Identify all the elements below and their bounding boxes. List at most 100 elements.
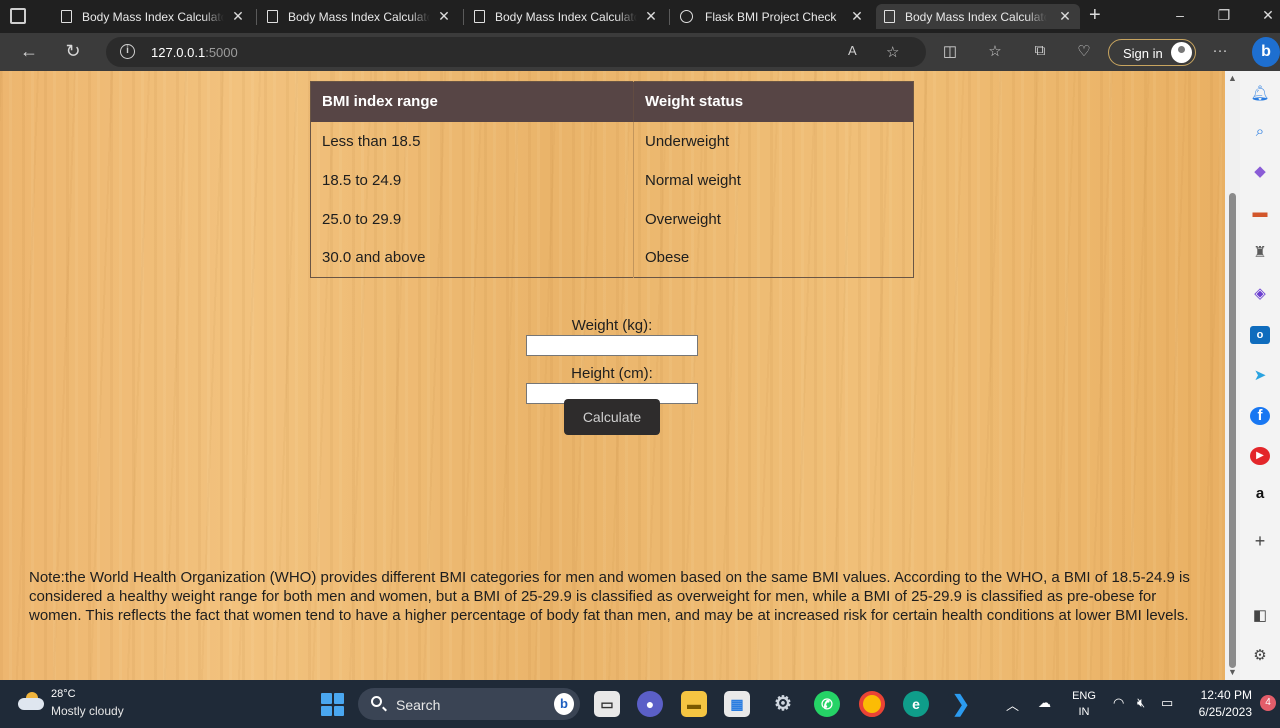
table-cell-range: Less than 18.5 — [310, 121, 634, 161]
new-tab-button[interactable]: + — [1089, 4, 1101, 27]
games-icon[interactable]: ♜ — [1250, 244, 1270, 262]
search-icon — [371, 696, 382, 707]
url-port: :5000 — [205, 45, 238, 60]
table-cell-range: 18.5 to 24.9 — [310, 160, 634, 200]
more-menu-icon[interactable]: ··· — [1210, 42, 1230, 59]
windows-start-icon[interactable] — [321, 693, 344, 716]
chrome-icon[interactable] — [859, 691, 885, 717]
weight-input[interactable] — [526, 335, 698, 356]
vscode-icon[interactable]: ❯ — [948, 691, 974, 717]
table-cell-status: Normal weight — [645, 171, 741, 189]
table-cell-status: Underweight — [645, 132, 730, 150]
page-viewport: BMI index range Weight status Less than … — [0, 71, 1225, 680]
facebook-icon[interactable]: f — [1250, 407, 1270, 425]
tab-actions-icon[interactable] — [10, 8, 26, 24]
info-icon[interactable]: i — [120, 44, 135, 59]
language-indicator[interactable]: ENG IN — [1071, 688, 1097, 720]
favorite-star-icon[interactable]: ☆ — [886, 43, 899, 61]
table-header-row: BMI index range Weight status — [310, 81, 914, 122]
restore-icon[interactable]: ❐ — [1214, 7, 1234, 24]
refresh-icon[interactable]: ↻ — [62, 41, 84, 62]
tab-title: Body Mass Index Calculator — [905, 9, 1047, 24]
notification-badge[interactable]: 4 — [1260, 695, 1276, 711]
tools-icon[interactable]: ▬ — [1250, 204, 1270, 222]
weather-condition[interactable]: Mostly cloudy — [51, 704, 124, 718]
settings-gear-icon[interactable]: ⚙ — [770, 691, 796, 717]
scroll-up-arrow-icon[interactable]: ▲ — [1228, 73, 1237, 83]
tab-strip: Body Mass Index Calculator ✕ Body Mass I… — [0, 0, 1280, 33]
browser-tab-2[interactable]: Body Mass Index Calculator ✕ — [259, 4, 459, 29]
region-code: IN — [1078, 706, 1090, 718]
address-bar[interactable]: i 127.0.0.1:5000 A ☆ — [106, 37, 926, 67]
battery-icon[interactable]: ▭ — [1161, 695, 1173, 711]
column-header-status: Weight status — [633, 81, 914, 122]
system-clock[interactable]: 12:40 PM 6/25/2023 — [1192, 687, 1252, 721]
telegram-icon[interactable]: ➤ — [1250, 367, 1270, 385]
notification-bell-icon[interactable]: 🔔︎ — [1250, 85, 1270, 103]
close-icon[interactable]: ✕ — [850, 8, 864, 25]
volume-muted-icon[interactable]: 🔇︎ — [1137, 695, 1145, 711]
task-view-icon[interactable]: ▭ — [594, 691, 620, 717]
youtube-icon[interactable]: ▶ — [1250, 447, 1270, 465]
clock-time: 12:40 PM — [1200, 688, 1252, 702]
weather-cloud-icon[interactable] — [18, 692, 44, 710]
amazon-icon[interactable]: a — [1250, 485, 1270, 503]
table-cell-range: 30.0 and above — [310, 238, 634, 278]
page-icon — [61, 10, 72, 23]
window-close-icon[interactable]: ✕ — [1258, 7, 1278, 24]
column-header-range: BMI index range — [310, 81, 634, 122]
page-scrollbar[interactable]: ▲ ▼ — [1225, 71, 1240, 680]
tab-title: Flask BMI Project Check — [705, 9, 837, 24]
show-hidden-icons-chevron-icon[interactable]: ︿ — [1006, 695, 1019, 714]
page-icon — [267, 10, 278, 23]
whatsapp-icon[interactable]: ✆ — [814, 691, 840, 717]
microsoft-store-icon[interactable]: ▦ — [724, 691, 750, 717]
bing-copilot-icon[interactable]: b — [1252, 37, 1280, 67]
outlook-icon[interactable]: o — [1250, 326, 1270, 344]
split-screen-icon[interactable]: ◫ — [940, 42, 960, 60]
calculate-button[interactable]: Calculate — [564, 399, 660, 435]
browser-tab-3[interactable]: Body Mass Index Calculator ✕ — [466, 4, 666, 29]
close-icon[interactable]: ✕ — [437, 8, 451, 25]
table-cell-status: Obese — [645, 249, 690, 267]
sign-in-label: Sign in — [1123, 46, 1163, 61]
teams-chat-icon[interactable]: ● — [637, 691, 663, 717]
toolbar: ← ↻ i 127.0.0.1:5000 A ☆ ◫ ☆ ⧉ ♡ Sign in… — [0, 33, 1280, 71]
shopping-tag-icon[interactable]: ◆ — [1250, 163, 1270, 181]
wifi-icon[interactable]: ◠ — [1113, 695, 1124, 711]
sidebar-settings-gear-icon[interactable]: ⚙ — [1250, 647, 1270, 665]
scrollbar-thumb[interactable] — [1229, 193, 1236, 668]
close-icon[interactable]: ✕ — [231, 8, 245, 25]
back-icon[interactable]: ← — [18, 41, 40, 62]
favorites-icon[interactable]: ☆ — [985, 42, 1005, 60]
scroll-down-arrow-icon[interactable]: ▼ — [1228, 667, 1237, 677]
close-icon[interactable]: ✕ — [1058, 8, 1072, 25]
bing-icon[interactable]: b — [554, 693, 574, 715]
table-cell-range: 25.0 to 29.9 — [310, 199, 634, 239]
tab-divider — [256, 9, 257, 25]
minimize-icon[interactable]: – — [1170, 7, 1190, 23]
sign-in-button[interactable]: Sign in — [1108, 39, 1196, 66]
browser-tab-1[interactable]: Body Mass Index Calculator ✕ — [53, 4, 253, 29]
onedrive-cloud-icon[interactable]: ☁ — [1038, 695, 1051, 711]
edge-icon[interactable]: e — [903, 691, 929, 717]
bmi-table: BMI index range Weight status Less than … — [310, 81, 914, 278]
search-icon[interactable]: ⌕ — [1250, 123, 1270, 141]
sidebar-layout-icon[interactable]: ◧ — [1250, 607, 1270, 625]
windows-taskbar: 28°C Mostly cloudy Search b ▭ ● ▬ ▦ ⚙ ✆ … — [0, 680, 1280, 728]
edge-sidebar: 🔔︎ ⌕ ◆ ▬ ♜ ◈ o ➤ f ▶ a + ◧ ⚙ — [1240, 71, 1280, 680]
add-sidebar-item-icon[interactable]: + — [1250, 532, 1270, 550]
file-explorer-icon[interactable]: ▬ — [681, 691, 707, 717]
url-text[interactable]: 127.0.0.1:5000 — [151, 45, 238, 60]
health-icon[interactable]: ♡ — [1074, 42, 1094, 60]
tab-title: Body Mass Index Calculator — [82, 9, 224, 24]
weather-temperature[interactable]: 28°C — [51, 688, 76, 700]
copilot-icon[interactable]: ◈ — [1250, 285, 1270, 303]
browser-tab-4[interactable]: Flask BMI Project Check ✕ — [672, 4, 872, 29]
collections-icon[interactable]: ⧉ — [1030, 42, 1050, 59]
close-icon[interactable]: ✕ — [644, 8, 658, 25]
taskbar-search[interactable]: Search b — [358, 688, 580, 720]
read-aloud-icon[interactable]: A — [848, 43, 857, 58]
browser-tab-5-active[interactable]: Body Mass Index Calculator ✕ — [876, 4, 1080, 29]
tab-divider — [463, 9, 464, 25]
